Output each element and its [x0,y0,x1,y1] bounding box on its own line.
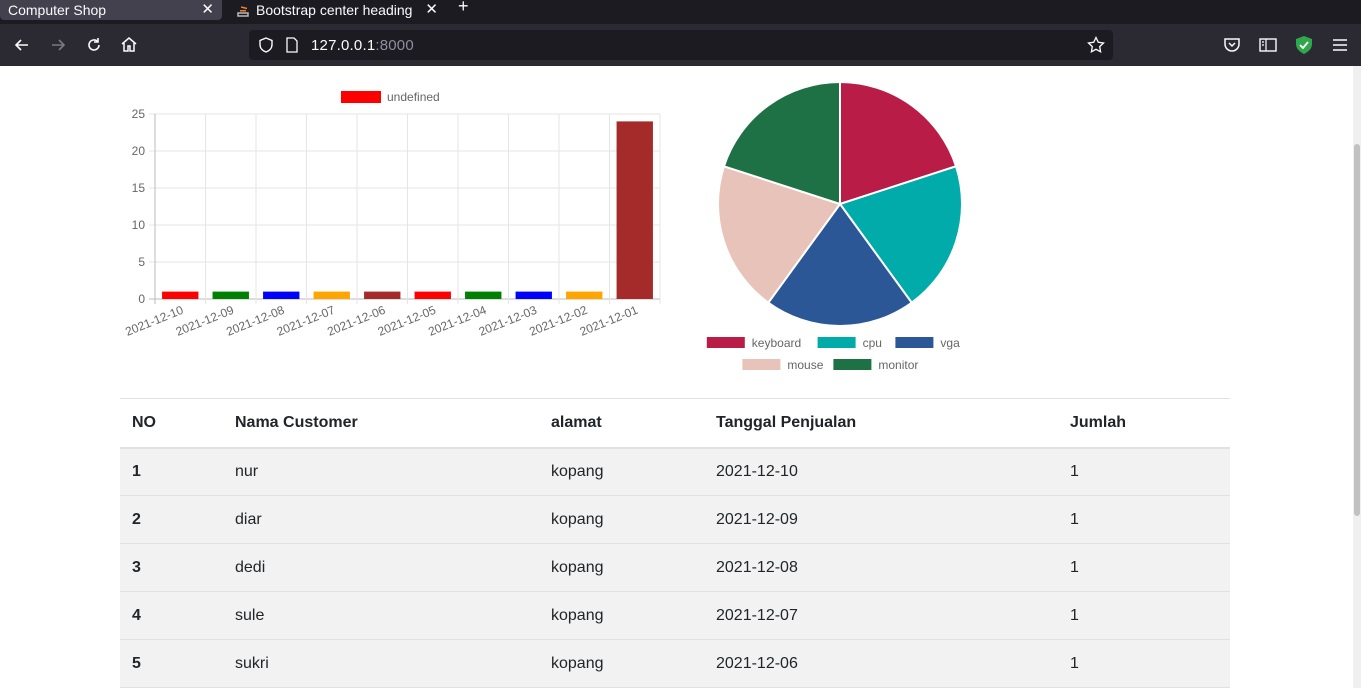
legend-swatch [833,359,872,370]
cell-no: 5 [132,654,141,672]
y-tick-label: 15 [132,181,146,195]
x-tick-label: 2021-12-01 [578,303,640,339]
cell-no: 2 [132,510,141,528]
cell-customer: dedi [235,558,266,576]
cell-date: 2021-12-06 [716,654,798,672]
table-row: 1 nur kopang 2021-12-10 1 [120,447,1230,496]
table-row: 3 dedi kopang 2021-12-08 1 [120,543,1230,592]
legend-label: cpu [863,336,882,350]
bar [263,291,300,299]
table-header-row: NO Nama Customer alamat Tanggal Penjuala… [120,398,1230,448]
cell-date: 2021-12-08 [716,558,798,576]
tab-computer-shop[interactable]: Computer Shop ✕ [0,0,222,20]
page-icon[interactable] [285,37,299,58]
url-port: :8000 [375,37,414,54]
table-row: 2 diar kopang 2021-12-09 1 [120,495,1230,544]
bookmark-star-icon[interactable] [1087,35,1105,59]
page-scrollbar[interactable] [1353,66,1361,688]
cell-date: 2021-12-09 [716,510,798,528]
bar [313,291,350,299]
col-header-alamat: alamat [551,413,602,431]
legend-label: keyboard [752,336,801,350]
col-header-jumlah: Jumlah [1070,413,1127,431]
legend-swatch [341,91,381,103]
cell-date: 2021-12-10 [716,462,798,480]
legend-label: vga [940,336,960,350]
tab-bar: Computer Shop ✕ Bootstrap center heading… [0,0,1361,24]
close-tab-icon[interactable]: ✕ [201,0,214,18]
cell-customer: nur [235,462,259,480]
legend-label: undefined [387,90,440,104]
close-tab-icon[interactable]: ✕ [425,0,438,18]
back-arrow-icon[interactable] [12,35,32,55]
scrollbar-thumb[interactable] [1354,144,1360,516]
url-host: 127.0.0.1 [311,37,376,54]
address-bar[interactable]: 127.0.0.1:8000 [249,30,1113,60]
y-tick-label: 20 [132,144,146,158]
forward-arrow-icon[interactable] [48,35,68,55]
cell-alamat: kopang [551,462,604,480]
bar [616,121,653,300]
y-tick-label: 25 [132,107,146,121]
cell-jumlah: 1 [1070,606,1079,624]
sales-table: NO Nama Customer alamat Tanggal Penjuala… [120,398,1230,688]
cell-jumlah: 1 [1070,462,1079,480]
reader-view-icon[interactable] [1258,35,1278,55]
y-tick-label: 5 [138,255,145,269]
bar [162,291,199,299]
bar [212,291,249,299]
bar-chart: undefined 0510152025 2021-12-102021-12-0… [123,90,661,339]
cell-jumlah: 1 [1070,654,1079,672]
cell-date: 2021-12-07 [716,606,798,624]
cell-alamat: kopang [551,510,604,528]
legend-swatch [895,337,934,348]
cell-no: 4 [132,606,141,624]
table-row: 5 sukri kopang 2021-12-06 1 [120,639,1230,688]
bar [414,291,451,299]
cell-customer: sule [235,606,265,624]
legend-label: monitor [878,358,918,372]
cell-jumlah: 1 [1070,510,1079,528]
bar [364,291,401,299]
cell-alamat: kopang [551,558,604,576]
menu-icon[interactable] [1330,35,1350,55]
bar [566,291,603,299]
legend-swatch [742,359,781,370]
bar [465,291,502,299]
bar [515,291,552,299]
col-header-customer: Nama Customer [235,413,358,431]
page-content: undefined 0 5 10 15 20 25 2021-12-10 2021-12-0… [0,66,1353,688]
tab-title: Bootstrap center heading [256,2,413,18]
cell-customer: diar [235,510,262,528]
tab-title: Computer Shop [8,2,107,18]
cell-alamat: kopang [551,606,604,624]
stackoverflow-icon [236,3,250,17]
cell-no: 1 [132,462,141,480]
cell-jumlah: 1 [1070,558,1079,576]
cell-no: 3 [132,558,141,576]
legend-swatch [706,337,745,348]
legend-label: mouse [787,358,823,372]
reload-icon[interactable] [84,35,104,55]
pocket-icon[interactable] [1222,35,1242,55]
extension-shield-icon[interactable] [1294,35,1314,55]
cell-alamat: kopang [551,654,604,672]
y-tick-label: 10 [132,218,146,232]
nav-toolbar: 127.0.0.1:8000 [0,24,1361,66]
table-row: 4 sule kopang 2021-12-07 1 [120,591,1230,640]
legend-swatch [817,337,856,348]
y-tick-label: 0 [138,292,145,306]
url-text[interactable]: 127.0.0.1:8000 [311,37,414,54]
tab-bootstrap[interactable]: Bootstrap center heading ✕ [226,0,444,20]
new-tab-icon[interactable]: + [458,0,469,15]
pie-chart: keyboard cpu vga mouse monitor [706,80,963,372]
cell-customer: sukri [235,654,269,672]
shield-icon[interactable] [257,36,275,59]
col-header-date: Tanggal Penjualan [716,413,857,431]
col-header-no: NO [132,413,156,431]
home-icon[interactable] [119,35,139,55]
